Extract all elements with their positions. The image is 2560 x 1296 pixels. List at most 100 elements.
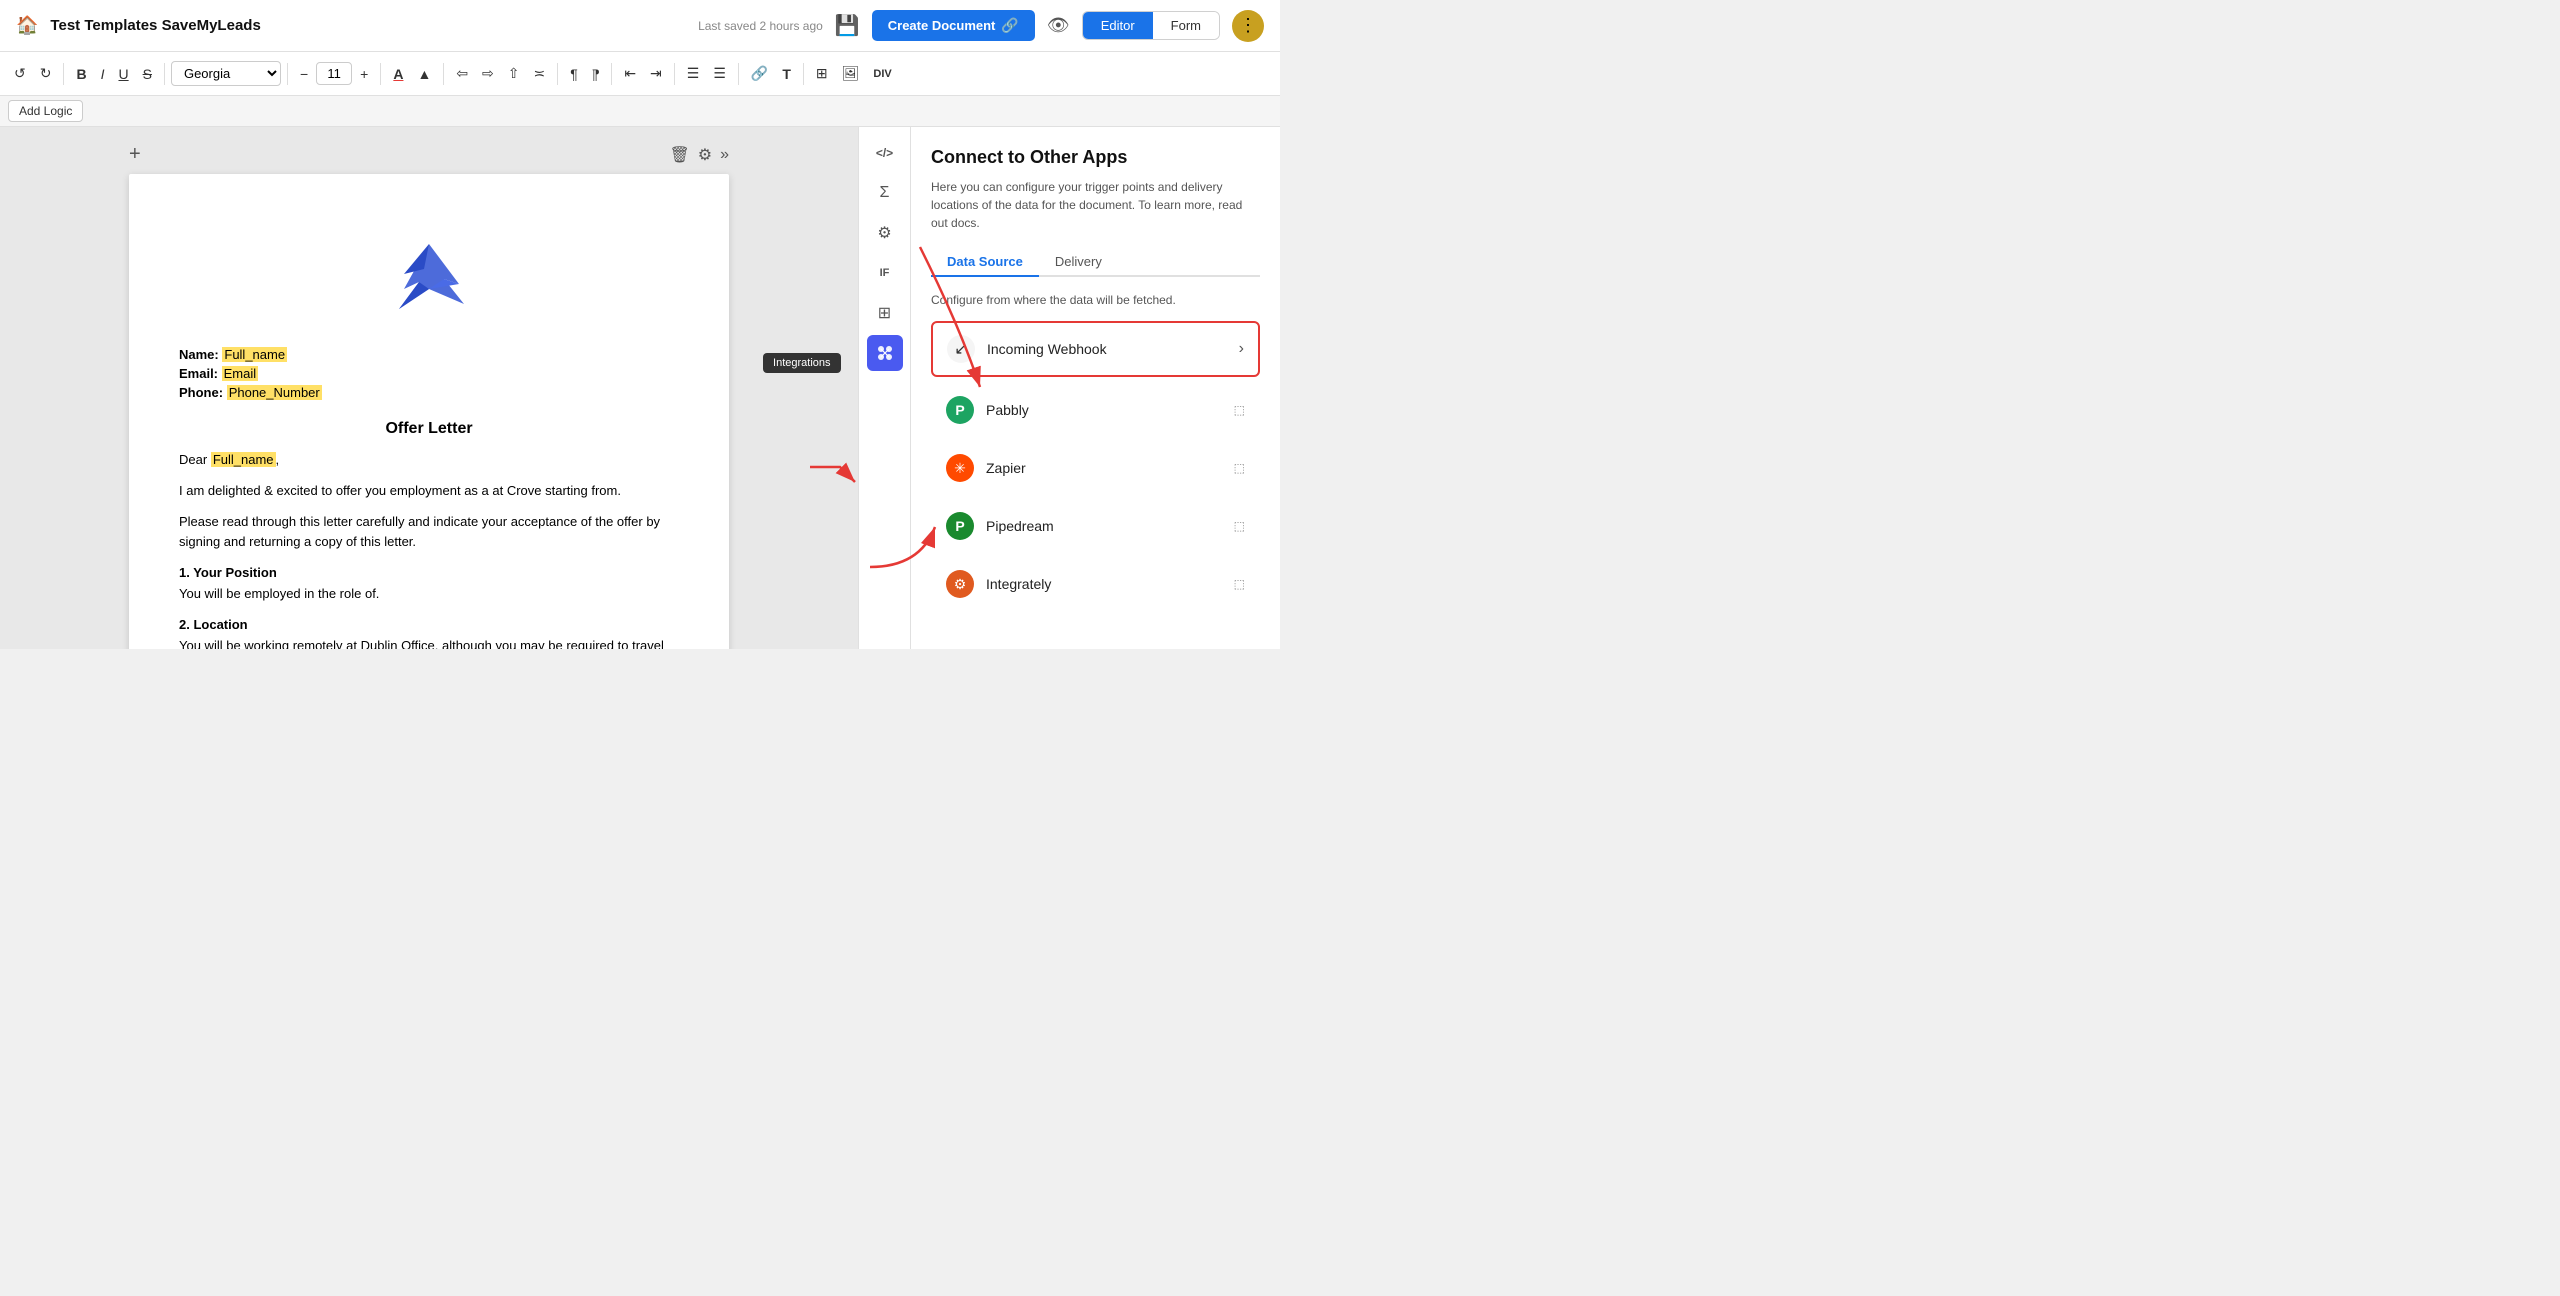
code-view-button[interactable]: </> — [867, 135, 903, 171]
doc-toolbar: + 🗑 ⚙ » — [129, 143, 729, 166]
delete-block-button[interactable]: 🗑 — [669, 145, 689, 165]
integration-item-pipedream[interactable]: P Pipedream ⬚ — [931, 499, 1260, 553]
add-logic-row: Add Logic — [0, 96, 1280, 127]
create-document-button[interactable]: Create Document 🔗 — [872, 10, 1035, 41]
email-label: Email: — [179, 366, 218, 381]
para1: I am delighted & excited to offer you em… — [179, 481, 679, 502]
integration-item-pabbly[interactable]: P Pabbly ⬚ — [931, 383, 1260, 437]
doc-title: Test Templates SaveMyLeads — [50, 17, 686, 34]
pabbly-icon: P — [946, 396, 974, 424]
paragraph-ltr-button[interactable]: ¶ — [564, 62, 584, 86]
align-justify-button[interactable]: ≍ — [528, 61, 552, 86]
grid-layout-button[interactable]: ⊞ — [867, 295, 903, 331]
sub1-text: You will be employed in the role of. — [179, 584, 679, 605]
bold-button[interactable]: B — [70, 62, 92, 86]
dear-line: Dear Full_name, — [179, 450, 679, 471]
align-left-button[interactable]: ⇦ — [450, 61, 474, 86]
align-right-button[interactable]: ⇧ — [502, 61, 526, 86]
zapier-external-icon: ⬚ — [1234, 461, 1245, 475]
add-logic-button[interactable]: Add Logic — [8, 100, 83, 122]
zapier-name: Zapier — [986, 460, 1234, 476]
if-logic-button[interactable]: IF — [867, 255, 903, 291]
offer-letter-title: Offer Letter — [179, 420, 679, 438]
insert-div-button[interactable]: DIV — [867, 64, 897, 84]
integrations-button[interactable] — [867, 335, 903, 371]
phone-label: Phone: — [179, 385, 223, 400]
name-field-row: Name: Full_name — [179, 347, 679, 362]
tab-data-source[interactable]: Data Source — [931, 248, 1039, 277]
tab-form[interactable]: Form — [1153, 12, 1219, 39]
highlight-color-button[interactable]: ▲ — [411, 62, 437, 86]
strikethrough-button[interactable]: S — [137, 62, 158, 86]
formatting-toolbar: ↺ ↻ B I U S Georgia − + A ▲ ⇦ ⇨ ⇧ ≍ ¶ ¶ … — [0, 52, 1280, 96]
integrately-icon: ⚙ — [946, 570, 974, 598]
italic-button[interactable]: I — [95, 62, 111, 86]
link-chain-icon: 🔗 — [1001, 17, 1018, 34]
save-icon-button[interactable]: 💾 — [835, 13, 860, 38]
insert-image-button[interactable]: 🖼 — [836, 61, 866, 86]
webhook-arrow-icon: › — [1239, 340, 1244, 358]
main-area: + 🗑 ⚙ » Name: Full_name — [0, 127, 1280, 649]
webhook-name: Incoming Webhook — [987, 341, 1239, 357]
name-label: Name: — [179, 347, 219, 362]
right-panel: Connect to Other Apps Here you can confi… — [910, 127, 1280, 649]
datasource-tabs: Data Source Delivery — [931, 248, 1260, 277]
integration-item-zapier[interactable]: ✳ Zapier ⬚ — [931, 441, 1260, 495]
doc-right-icons: 🗑 ⚙ » — [669, 145, 729, 165]
document-area: + 🗑 ⚙ » Name: Full_name — [0, 127, 858, 649]
font-size-decrease-button[interactable]: − — [294, 62, 314, 86]
sub1-heading: 1. Your Position — [179, 565, 679, 580]
settings-block-button[interactable]: ⚙ — [698, 145, 712, 165]
sub2-heading: 2. Location — [179, 617, 679, 632]
saved-text: Last saved 2 hours ago — [698, 19, 823, 33]
align-center-button[interactable]: ⇨ — [476, 61, 500, 86]
sub2-text: You will be working remotely at Dublin O… — [179, 636, 679, 649]
settings-button[interactable]: ⚙ — [867, 215, 903, 251]
preview-icon-button[interactable]: 👁 — [1047, 15, 1070, 36]
typography-button[interactable]: T — [776, 62, 797, 86]
font-size-increase-button[interactable]: + — [354, 62, 374, 86]
para2: Please read through this letter carefull… — [179, 512, 679, 554]
pipedream-name: Pipedream — [986, 518, 1234, 534]
insert-link-button[interactable]: 🔗 — [745, 61, 774, 86]
indent-increase-button[interactable]: ⇥ — [644, 61, 668, 86]
pabbly-name: Pabbly — [986, 402, 1234, 418]
paragraph-rtl-button[interactable]: ¶ — [586, 62, 606, 86]
unordered-list-button[interactable]: ☰ — [707, 61, 732, 86]
indent-decrease-button[interactable]: ⇤ — [618, 61, 642, 86]
phone-field-row: Phone: Phone_Number — [179, 385, 679, 400]
underline-button[interactable]: U — [112, 62, 134, 86]
redo-button[interactable]: ↻ — [34, 61, 58, 86]
panel-desc: Here you can configure your trigger poin… — [931, 178, 1260, 232]
webhook-icon: ↙ — [947, 335, 975, 363]
insert-table-button[interactable]: ⊞ — [810, 61, 834, 86]
formula-button[interactable]: Σ — [867, 175, 903, 211]
name-value: Full_name — [222, 347, 287, 362]
font-size-input[interactable] — [316, 62, 352, 85]
bird-image — [179, 234, 679, 327]
text-color-button[interactable]: A — [387, 62, 409, 86]
ordered-list-button[interactable]: ☰ — [681, 61, 706, 86]
tab-delivery[interactable]: Delivery — [1039, 248, 1118, 277]
datasource-desc: Configure from where the data will be fe… — [931, 293, 1260, 307]
undo-button[interactable]: ↺ — [8, 61, 32, 86]
side-icon-panel: </> Σ ⚙ IF ⊞ Integrations — [858, 127, 910, 649]
top-nav: 🏠 Test Templates SaveMyLeads Last saved … — [0, 0, 1280, 52]
font-family-select[interactable]: Georgia — [171, 61, 281, 86]
panel-title: Connect to Other Apps — [931, 147, 1260, 168]
integrations-tooltip: Integrations — [763, 353, 840, 373]
email-field-row: Email: Email — [179, 366, 679, 381]
integration-item-webhook[interactable]: ↙ Incoming Webhook › — [931, 321, 1260, 377]
phone-value: Phone_Number — [227, 385, 322, 400]
tab-editor[interactable]: Editor — [1083, 12, 1153, 39]
editor-form-tabs: Editor Form — [1082, 11, 1220, 40]
email-value: Email — [222, 366, 259, 381]
home-icon[interactable]: 🏠 — [16, 15, 38, 36]
pipedream-icon: P — [946, 512, 974, 540]
user-avatar[interactable]: ⋮ — [1232, 10, 1264, 42]
add-block-button[interactable]: + — [129, 143, 141, 166]
integrately-name: Integrately — [986, 576, 1234, 592]
integration-item-integrately[interactable]: ⚙ Integrately ⬚ — [931, 557, 1260, 611]
expand-block-button[interactable]: » — [720, 145, 729, 165]
document-page: Name: Full_name Email: Email Phone: Phon… — [129, 174, 729, 649]
